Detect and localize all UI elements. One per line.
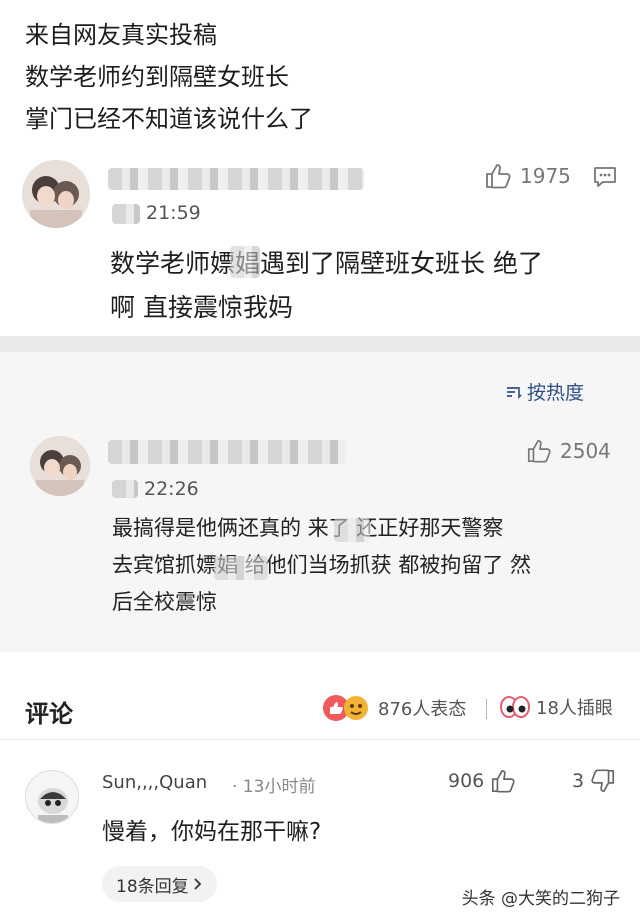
sort-label: 按热度: [526, 382, 584, 404]
thumbs-up-icon: [527, 439, 551, 463]
intro-text: 来自网友真实投稿 数学老师约到隔壁女班长 掌门已经不知道该说什么了: [25, 14, 313, 140]
post-time: 22:26: [144, 478, 199, 500]
post-body: 最搞得是他俩还真的 来了 还正好那天警察 去宾馆抓嫖娼 给他们当场抓获 都被拘留…: [112, 510, 531, 621]
username-blurred[interactable]: [108, 440, 346, 464]
avatar-icon: [26, 771, 78, 823]
avatar[interactable]: [22, 160, 90, 228]
sort-icon: [506, 386, 522, 399]
like-button[interactable]: 1975: [484, 162, 571, 190]
intro-line-2: 数学老师约到隔壁女班长: [25, 63, 289, 91]
post-time: 21:59: [146, 202, 201, 224]
reactions-summary[interactable]: 876人表态: [322, 694, 466, 722]
comment-like-count: 906: [448, 770, 485, 792]
redacted-word: [230, 246, 260, 278]
view-replies-button[interactable]: 18条回复: [102, 866, 217, 902]
pinned-summary[interactable]: 18人插眼: [500, 694, 613, 720]
like-count: 2504: [560, 439, 611, 463]
comment-icon: [594, 167, 616, 187]
redacted-word: [214, 556, 268, 580]
like-count: 1975: [520, 164, 571, 188]
post-body-line-1: 最搞得是他俩还真的 来了 还正好那天警察: [112, 516, 504, 540]
divider: [486, 699, 487, 719]
location-blurred: [112, 204, 140, 224]
avatar-icon: [30, 436, 90, 496]
reply-button[interactable]: [592, 164, 618, 190]
comment-dislike-button[interactable]: 3: [572, 768, 616, 794]
like-button[interactable]: 2504: [526, 438, 611, 464]
avatar-icon: [22, 160, 90, 228]
comment-like-button[interactable]: 906: [448, 768, 516, 794]
post-body-line-1: 数学老师嫖娼遇到了隔壁班女班长 绝了: [110, 249, 543, 278]
reaction-icons: [323, 695, 368, 721]
intro-line-1: 来自网友真实投稿: [25, 21, 217, 49]
post-body-line-3: 后全校震惊: [112, 590, 217, 614]
intro-line-3: 掌门已经不知道该说什么了: [25, 105, 313, 133]
location-blurred: [112, 480, 138, 498]
thumbs-up-icon: [492, 769, 515, 793]
thumbs-up-icon: [486, 164, 511, 189]
comments-header: 评论 876人表态 18人插眼: [0, 680, 640, 740]
reactions-count: 876人表态: [378, 699, 467, 720]
avatar[interactable]: [30, 436, 90, 496]
replies-label: 18条回复: [116, 876, 189, 897]
chevron-right-icon: [194, 878, 201, 890]
post-body-line-2: 去宾馆抓嫖娼 给他们当场抓获 都被拘留了 然: [112, 553, 532, 577]
section-divider: [0, 652, 640, 680]
avatar[interactable]: [25, 770, 79, 824]
pinned-count: 18人插眼: [536, 698, 613, 719]
comment-username[interactable]: Sun,,,,Quan: [102, 772, 207, 793]
thumbs-down-icon: [591, 769, 615, 793]
comment-text: 慢着，你妈在那干嘛?: [102, 819, 322, 845]
eyes-icon: [500, 696, 530, 718]
username-blurred[interactable]: [108, 168, 364, 190]
sort-by-hot[interactable]: 按热度: [505, 378, 584, 405]
comment-reply-count: 3: [572, 770, 585, 792]
comment-time: · 13小时前: [232, 777, 316, 797]
post-body: 数学老师嫖娼遇到了隔壁班女班长 绝了 啊 直接震惊我妈: [110, 242, 543, 330]
watermark: 头条 @大笑的二狗子: [461, 889, 620, 909]
redacted-word: [334, 518, 370, 542]
post-body-line-2: 啊 直接震惊我妈: [110, 293, 293, 322]
section-divider: [0, 336, 640, 352]
comments-title: 评论: [25, 700, 73, 728]
